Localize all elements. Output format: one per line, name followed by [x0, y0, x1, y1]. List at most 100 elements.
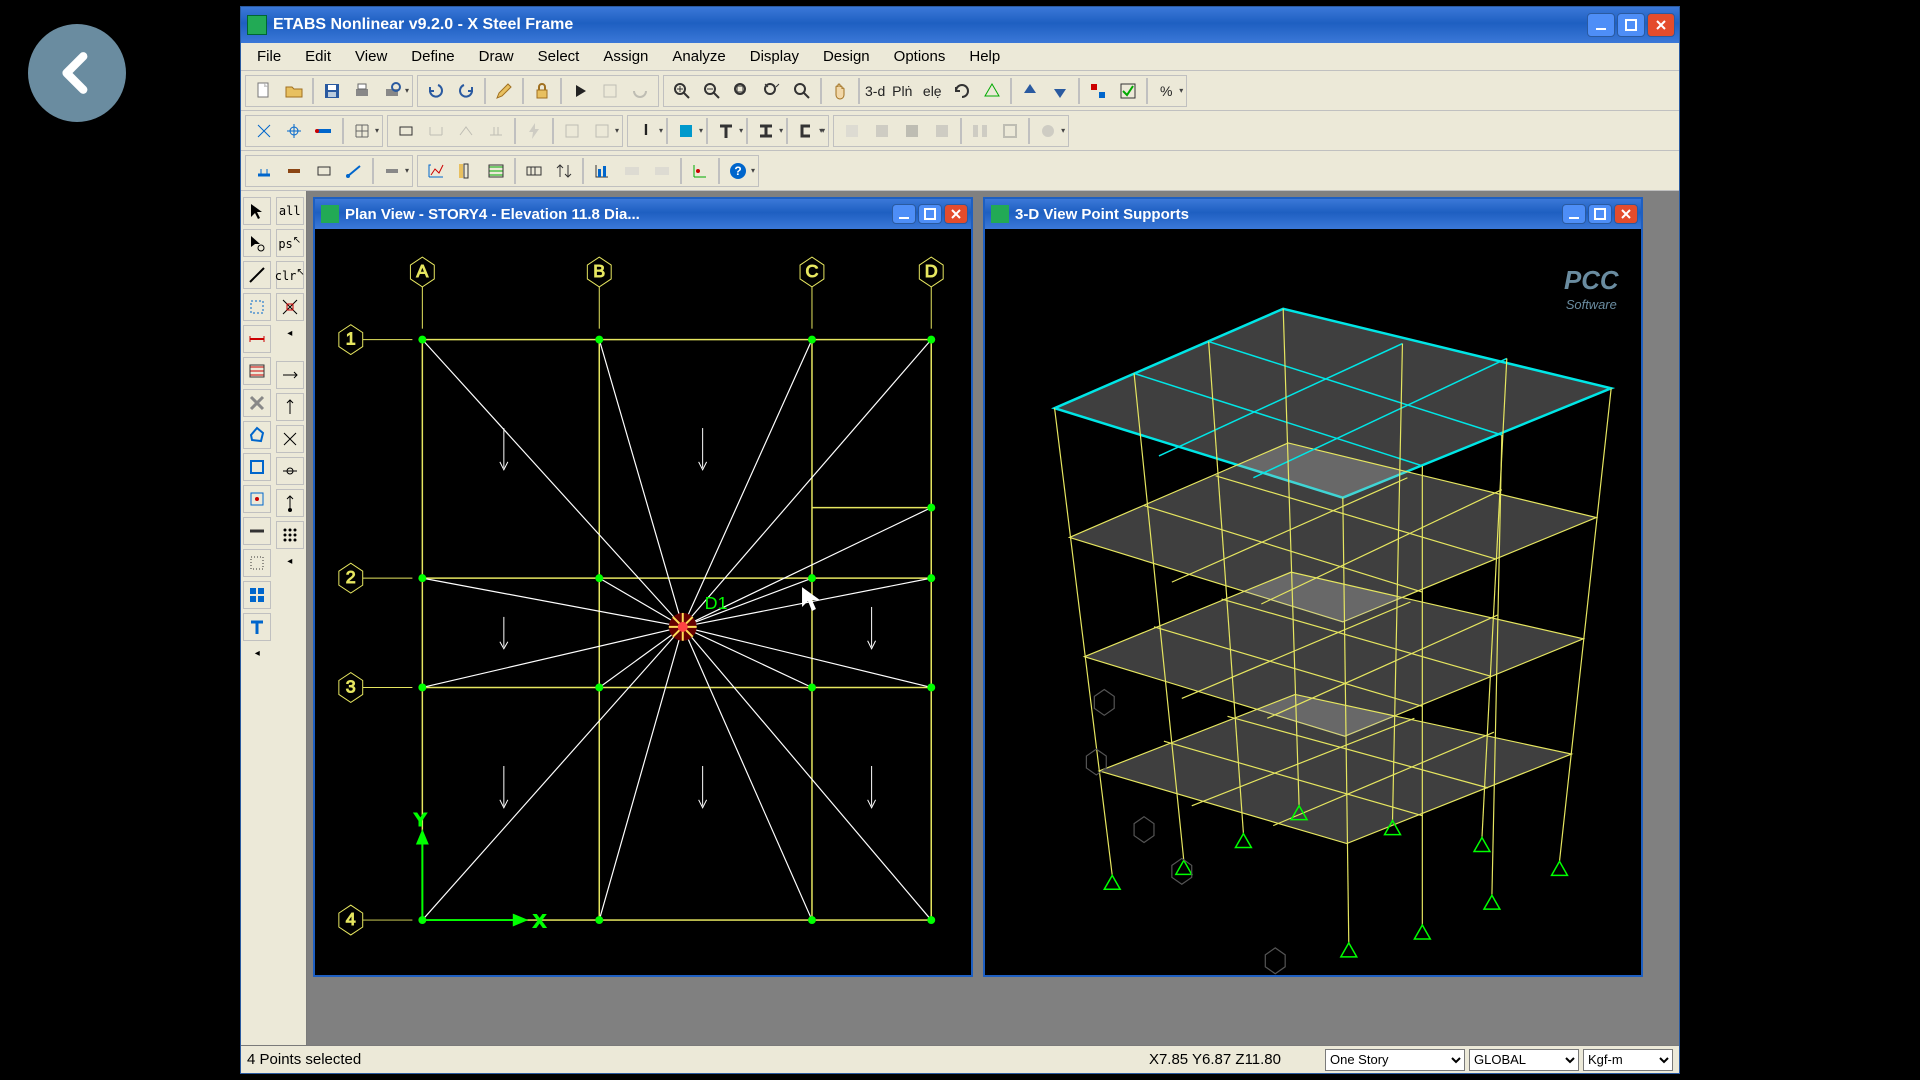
zoom-out-button[interactable]	[698, 77, 726, 105]
3d-minimize-button[interactable]	[1562, 204, 1586, 224]
plan-titlebar[interactable]: Plan View - STORY4 - Elevation 11.8 Dia.…	[315, 199, 971, 229]
menu-select[interactable]: Select	[526, 45, 592, 68]
design-2-button[interactable]	[280, 157, 308, 185]
draw-grid2-button[interactable]	[243, 581, 271, 609]
design-5-button[interactable]	[378, 157, 406, 185]
maximize-button[interactable]	[1617, 13, 1645, 37]
menu-define[interactable]: Define	[399, 45, 466, 68]
draw-dots-button[interactable]	[243, 549, 271, 577]
collapse-b-button[interactable]: ◂	[276, 553, 304, 569]
section-1-button[interactable]	[558, 117, 586, 145]
percent-button[interactable]: %	[1152, 77, 1180, 105]
display-7-button[interactable]	[618, 157, 646, 185]
draw-poly-button[interactable]	[243, 421, 271, 449]
frame-type-4-button[interactable]	[482, 117, 510, 145]
edit-button[interactable]	[490, 77, 518, 105]
down-story-button[interactable]	[1046, 77, 1074, 105]
c-section-button[interactable]	[792, 117, 820, 145]
draw-grid-button[interactable]	[243, 357, 271, 385]
draw-line-button[interactable]	[243, 261, 271, 289]
display-6-button[interactable]	[588, 157, 616, 185]
tool-a-button[interactable]	[596, 77, 624, 105]
i-section-button[interactable]	[752, 117, 780, 145]
dropdown-icon[interactable]: ▾	[405, 86, 409, 95]
misc-2-button[interactable]	[868, 117, 896, 145]
draw-rect-button[interactable]	[243, 293, 271, 321]
3d-label[interactable]: 3-d	[863, 83, 887, 99]
snap-point-button[interactable]	[250, 117, 278, 145]
plan-canvas[interactable]: A B C D 1 2 3 4	[315, 229, 971, 975]
units-select[interactable]: Kgf-m	[1583, 1049, 1673, 1071]
draw-dash-button[interactable]	[243, 517, 271, 545]
snap-end-button[interactable]	[310, 117, 338, 145]
plan-close-button[interactable]	[944, 204, 968, 224]
3d-titlebar[interactable]: 3-D View Point Supports	[985, 199, 1641, 229]
back-badge[interactable]	[28, 24, 126, 122]
frame-type-1-button[interactable]	[392, 117, 420, 145]
text-button[interactable]: I	[632, 117, 660, 145]
object-fill-button[interactable]	[1084, 77, 1112, 105]
grid-button[interactable]	[348, 117, 376, 145]
dropdown-icon[interactable]: ▾	[739, 126, 743, 135]
menu-view[interactable]: View	[343, 45, 399, 68]
menu-analyze[interactable]: Analyze	[660, 45, 737, 68]
zoom-previous-button[interactable]	[788, 77, 816, 105]
zoom-in-button[interactable]	[668, 77, 696, 105]
plan-view-button[interactable]: Plṅ	[888, 77, 916, 105]
check-model-button[interactable]	[1114, 77, 1142, 105]
tool-b-button[interactable]	[626, 77, 654, 105]
menu-options[interactable]: Options	[882, 45, 958, 68]
zoom-window-button[interactable]	[728, 77, 756, 105]
rotate-button[interactable]	[948, 77, 976, 105]
titlebar[interactable]: ETABS Nonlinear v9.2.0 - X Steel Frame	[241, 7, 1679, 43]
draw-box-button[interactable]	[243, 453, 271, 481]
axis-x-button[interactable]	[276, 361, 304, 389]
menu-file[interactable]: File	[245, 45, 293, 68]
dropdown-icon[interactable]: ▾	[659, 126, 663, 135]
3d-canvas[interactable]: PCC Software	[985, 229, 1641, 975]
3d-maximize-button[interactable]	[1588, 204, 1612, 224]
collapse-left-button[interactable]: ◂	[243, 645, 271, 661]
redo-button[interactable]	[452, 77, 480, 105]
draw-target-button[interactable]	[243, 485, 271, 513]
display-9-button[interactable]	[686, 157, 714, 185]
collapse-a-button[interactable]: ◂	[276, 325, 304, 341]
section-2-button[interactable]	[588, 117, 616, 145]
perspective-button[interactable]	[978, 77, 1006, 105]
menu-edit[interactable]: Edit	[293, 45, 343, 68]
fill-color-button[interactable]	[672, 117, 700, 145]
design-1-button[interactable]	[250, 157, 278, 185]
select-clr-button[interactable]: clr↖	[276, 261, 304, 289]
axis-y-button[interactable]	[276, 393, 304, 421]
3d-close-button[interactable]	[1614, 204, 1638, 224]
select-all-button[interactable]: all	[276, 197, 304, 225]
select-button[interactable]	[243, 197, 271, 225]
dropdown-icon[interactable]: ▾	[751, 166, 755, 175]
close-button[interactable]	[1647, 13, 1675, 37]
run-analysis-button[interactable]	[566, 77, 594, 105]
frame-type-3-button[interactable]	[452, 117, 480, 145]
end-snap-button[interactable]	[276, 489, 304, 517]
story-select[interactable]: One Story	[1325, 1049, 1465, 1071]
draw-section-button[interactable]	[243, 325, 271, 353]
save-button[interactable]	[318, 77, 346, 105]
intersect-button[interactable]	[276, 425, 304, 453]
design-4-button[interactable]	[340, 157, 368, 185]
snap-int-button[interactable]	[276, 293, 304, 321]
plan-maximize-button[interactable]	[918, 204, 942, 224]
display-1-button[interactable]	[422, 157, 450, 185]
mid-snap-button[interactable]	[276, 457, 304, 485]
misc-4-button[interactable]	[928, 117, 956, 145]
print-preview-button[interactable]	[378, 77, 406, 105]
new-file-button[interactable]	[250, 77, 278, 105]
open-file-button[interactable]	[280, 77, 308, 105]
display-4-button[interactable]	[520, 157, 548, 185]
grid-dots-button[interactable]	[276, 521, 304, 549]
display-5-button[interactable]	[550, 157, 578, 185]
misc-1-button[interactable]	[838, 117, 866, 145]
dropdown-icon[interactable]: ▾	[375, 126, 379, 135]
up-story-button[interactable]	[1016, 77, 1044, 105]
lightning-button[interactable]	[520, 117, 548, 145]
display-2-button[interactable]	[452, 157, 480, 185]
lock-button[interactable]	[528, 77, 556, 105]
